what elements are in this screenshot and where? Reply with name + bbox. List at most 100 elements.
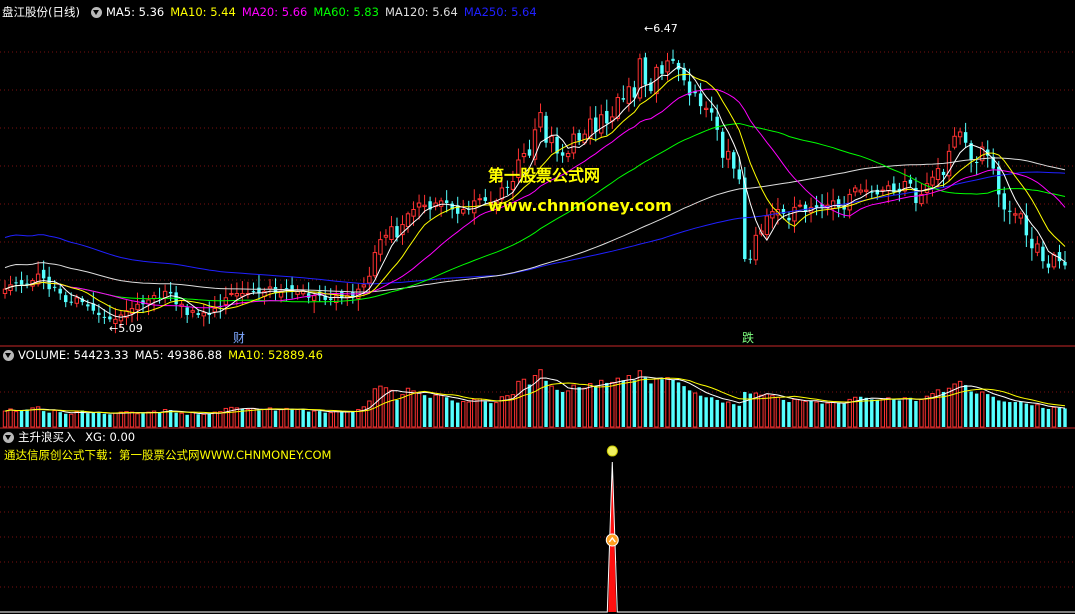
candle-body-up — [858, 189, 863, 193]
volume-bar-down — [544, 380, 548, 427]
volume-bar-down — [450, 400, 454, 427]
indicator-layer — [0, 445, 1075, 613]
candle-body-up — [952, 135, 957, 148]
price-legend-item-2: MA20: 5.66 — [241, 5, 308, 19]
volume-bar-down — [301, 408, 305, 427]
indicator-xg-value: XG: 0.00 — [85, 430, 136, 444]
candle-body-down — [720, 131, 725, 158]
indicator-legend: 主升浪买入 XG: 0.00 — [18, 430, 141, 444]
volume-bar-down — [870, 399, 874, 427]
candle-body-down — [340, 291, 344, 298]
volume-bar-down — [687, 390, 692, 427]
candle-body-down — [527, 149, 532, 156]
volume-bar-up — [201, 413, 206, 428]
volume-bar-down — [809, 400, 813, 427]
volume-bar-down — [1013, 402, 1018, 427]
volume-bar-down — [527, 384, 532, 427]
volume-bar-down — [1041, 407, 1045, 427]
volume-bar-up — [345, 411, 350, 428]
volume-bar-up — [494, 402, 499, 428]
volume-bar-up — [615, 377, 621, 428]
candle-body-up — [405, 213, 411, 228]
event-marker-finance[interactable]: 财 — [233, 331, 245, 345]
volume-bar-up — [571, 384, 576, 428]
candle-body-up — [764, 215, 770, 236]
kline-chart — [0, 49, 1075, 613]
candle-body-down — [660, 65, 664, 74]
volume-bar-down — [97, 412, 101, 427]
volume-bar-down — [1002, 401, 1006, 427]
volume-bar-up — [803, 401, 808, 428]
volume-bar-up — [726, 401, 731, 428]
volume-bar-down — [820, 403, 824, 427]
volume-bar-up — [902, 397, 908, 428]
volume-bar-down — [196, 414, 200, 427]
volume-bar-up — [218, 411, 223, 428]
volume-bar-up — [311, 410, 317, 428]
volume-bar-up — [979, 391, 985, 428]
candle-body-up — [852, 187, 858, 193]
volume-bar-up — [957, 380, 963, 428]
volume-bar-down — [974, 393, 979, 427]
volume-bar-up — [135, 413, 140, 428]
watermark-chinese: 第一股票公式网 — [488, 166, 601, 185]
volume-bar-up — [692, 392, 698, 428]
price-legend-item-5: MA250: 5.64 — [463, 5, 537, 19]
volume-bar-up — [278, 408, 284, 428]
volume-bar-up — [113, 412, 118, 428]
candle-body-up — [422, 204, 427, 208]
price-panel-toggle-icon[interactable] — [91, 7, 102, 18]
candle-body-down — [86, 304, 90, 307]
volume-bar-down — [985, 394, 990, 427]
candle-body-down — [58, 288, 62, 294]
volume-bar-down — [91, 412, 96, 427]
volume-bar-up — [847, 398, 852, 428]
volume-bar-down — [428, 397, 432, 427]
indicator-title: 主升浪买入 — [18, 430, 76, 444]
volume-bar-down — [25, 409, 29, 427]
price-legend-item-1: MA10: 5.44 — [170, 5, 236, 19]
volume-bar-down — [660, 379, 664, 427]
volume-bar-up — [74, 411, 79, 428]
price-legend-item-4: MA120: 5.64 — [384, 5, 458, 19]
candle-body-up — [626, 86, 632, 104]
volume-bar-down — [698, 395, 703, 427]
volume-bar-up — [378, 385, 383, 428]
volume-bar-down — [1024, 403, 1029, 427]
candle-body-down — [594, 117, 598, 132]
volume-bar-down — [605, 382, 609, 427]
volume-bar-up — [521, 378, 527, 428]
volume-bar-up — [814, 401, 819, 428]
candle-body-down — [483, 197, 488, 201]
volume-bar-up — [919, 398, 924, 428]
volume-bar-up — [654, 378, 659, 428]
event-marker-drop[interactable]: 跌 — [742, 331, 754, 345]
volume-bar-up — [389, 389, 394, 428]
volume-bar-up — [334, 410, 339, 428]
volume-legend: VOLUME: 54423.33 MA5: 49386.88 MA10: 52889… — [18, 348, 329, 362]
candle-body-down — [1063, 261, 1067, 266]
candle-body-up — [118, 314, 124, 322]
volume-bar-down — [892, 399, 896, 427]
volume-bar-up — [461, 401, 466, 428]
candle-body-up — [797, 204, 803, 207]
stock-title: 盘江股份(日线) — [2, 5, 80, 19]
candle-body-down — [505, 186, 510, 188]
volume-bar-down — [743, 391, 747, 427]
watermark-url: www.chnmoney.com — [488, 196, 672, 215]
volume-bar-down — [632, 380, 637, 427]
volume-bar-down — [306, 411, 311, 427]
candle-body-up — [830, 200, 836, 209]
candle-body-up — [201, 312, 206, 317]
candle-body-down — [748, 258, 753, 260]
candle-body-down — [974, 162, 979, 164]
volume-panel-toggle-icon[interactable] — [3, 350, 14, 361]
candle-body-down — [14, 282, 18, 284]
candle-body-up — [930, 176, 935, 186]
candle-body-down — [1030, 238, 1034, 249]
indicator-panel-toggle-icon[interactable] — [3, 432, 14, 443]
volume-bar-down — [908, 397, 913, 427]
candle-body-down — [643, 57, 648, 85]
candle-body-down — [715, 116, 719, 130]
candle-body-up — [389, 226, 394, 241]
